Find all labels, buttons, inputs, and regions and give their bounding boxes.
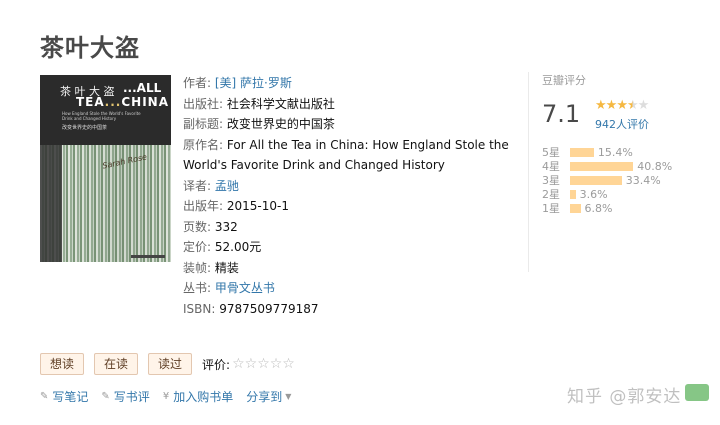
rate-stars-input[interactable]: ☆☆☆☆☆ <box>232 356 295 372</box>
chevron-down-icon: ▼ <box>285 392 292 401</box>
rating-bar-row: 1星 6.8% <box>542 201 672 216</box>
star-full-icon: ★ <box>616 98 628 113</box>
info-row: 页数: 332 <box>183 217 513 238</box>
info-row: 译者: 孟驰 <box>183 176 513 197</box>
rating-breakdown: 5星 15.4% 4星 40.8% 3星 33.4% 2星 3.6% 1星 6.8% <box>542 145 673 216</box>
share-dropdown[interactable]: 分享到 ▼ <box>246 388 291 405</box>
info-value: 2015-10-1 <box>226 199 289 213</box>
star-full-icon: ★ <box>595 98 607 113</box>
star-empty-icon: ★ <box>637 98 650 113</box>
info-row: 出版年: 2015-10-1 <box>183 196 513 217</box>
rating-bar-percent: 33.4% <box>625 173 661 187</box>
info-value: 9787509779187 <box>219 301 319 316</box>
info-label: 丛书: <box>183 281 215 295</box>
share-label: 分享到 <box>246 390 283 404</box>
cover-en-line2: TEA...CHINA <box>76 95 170 109</box>
rating-bar <box>570 161 634 171</box>
rating-bar <box>570 203 581 213</box>
reading-button[interactable]: 在读 <box>94 353 139 375</box>
pencil-icon: ✎ <box>101 391 110 402</box>
cover-publisher-mark <box>131 255 165 258</box>
cover-en-line1: ...ALL <box>123 81 162 95</box>
info-label: 出版年: <box>183 199 227 213</box>
info-row: 装帧: 精装 <box>183 258 513 279</box>
info-label: 出版社: <box>183 96 227 111</box>
info-row: 副标题: 改变世界史的中国茶 <box>183 114 513 135</box>
have-read-button[interactable]: 读过 <box>148 353 193 375</box>
watermark-text: 知乎 @郭安达 <box>567 387 682 407</box>
add-cart-label: 加入购书单 <box>173 390 234 404</box>
write-note-label: 写笔记 <box>52 390 89 404</box>
rating-stars: ★★★★★ <box>595 98 650 113</box>
info-label: 页数: <box>183 219 215 234</box>
info-value: 52.00元 <box>214 240 262 254</box>
write-review-label: 写书评 <box>113 390 150 404</box>
book-info: 作者: [美] 萨拉·罗斯 出版社: 社会科学文献出版社 副标题: 改变世界史的中国… <box>183 73 513 319</box>
write-note-link[interactable]: ✎ 写笔记 <box>40 388 88 405</box>
add-cart-link[interactable]: ¥ 加入购书单 <box>163 388 233 405</box>
info-row: 原作名: For All the Tea in China: How Engla… <box>183 135 513 156</box>
info-label: 副标题: <box>183 117 227 131</box>
info-row: 作者: [美] 萨拉·罗斯 <box>183 73 513 94</box>
info-value-link[interactable]: [美] 萨拉·罗斯 <box>215 76 292 90</box>
info-label: 定价: <box>183 240 215 254</box>
cover-cn-subtitle: 改变世界史的中国茶 <box>62 125 108 131</box>
info-value: 332 <box>214 219 238 234</box>
info-row: 定价: 52.00元 <box>183 237 513 258</box>
cover-left-band <box>40 145 62 262</box>
pencil-icon: ✎ <box>40 391 49 402</box>
rating-bar-row: 5星 15.4% <box>542 145 672 160</box>
info-value-link[interactable]: 甲骨文丛书 <box>215 281 275 295</box>
info-value: World's Favorite Drink and Changed Histo… <box>183 158 445 172</box>
want-to-read-button[interactable]: 想读 <box>40 353 85 375</box>
rating-bar-percent: 3.6% <box>579 187 608 201</box>
info-row: ISBN: 9787509779187 <box>183 299 513 320</box>
link-bar: ✎ 写笔记 ✎ 写书评 ¥ 加入购书单 分享到 ▼ <box>40 388 304 405</box>
info-value: 改变世界史的中国茶 <box>226 117 335 131</box>
rating-count-link[interactable]: 942人评价 <box>595 116 649 132</box>
rating-panel: 豆瓣评分 7.1 ★★★★★ 942人评价 5星 15.4% 4星 40.8% 3星 33… <box>528 72 672 272</box>
cover-en-tea: TEA <box>76 95 105 109</box>
rating-score: 7.1 <box>542 100 581 128</box>
info-label: 译者: <box>183 178 215 193</box>
rating-bar-label: 1星 <box>542 202 560 215</box>
rating-title: 豆瓣评分 <box>542 74 586 87</box>
rating-bar <box>570 175 622 185</box>
star-half-icon: ★ <box>626 98 639 113</box>
write-review-link[interactable]: ✎ 写书评 <box>101 388 149 405</box>
rate-label: 评价: <box>202 357 231 372</box>
book-cover-image[interactable]: 茶 叶 大 盗 ...ALL TEA...CHINA How England S… <box>40 75 171 262</box>
info-label: 装帧: <box>183 260 215 275</box>
info-row: 出版社: 社会科学文献出版社 <box>183 94 513 115</box>
rating-bar-row: 3星 33.4% <box>542 173 672 188</box>
rating-bar <box>570 147 594 157</box>
info-value-link[interactable]: 孟驰 <box>215 179 239 193</box>
page-title: 茶叶大盗 <box>40 34 140 62</box>
info-row: World's Favorite Drink and Changed Histo… <box>183 155 513 176</box>
info-label: ISBN: <box>183 301 220 316</box>
yen-icon: ¥ <box>162 391 170 402</box>
cover-en-subtitle: How England Stole the World's Favorite D… <box>62 111 141 121</box>
rating-bar-percent: 6.8% <box>584 201 613 215</box>
rating-bar-percent: 15.4% <box>597 145 633 159</box>
watermark-badge <box>685 384 709 401</box>
action-bar: 想读 在读 读过 评价: ☆☆☆☆☆ <box>40 353 295 375</box>
rating-bar-row: 2星 3.6% <box>542 187 672 202</box>
info-value: 社会科学文献出版社 <box>226 96 335 111</box>
info-label: 作者: <box>183 76 215 90</box>
rating-bar-percent: 40.8% <box>637 159 673 173</box>
info-value: For All the Tea in China: How England St… <box>226 137 509 152</box>
info-row: 丛书: 甲骨文丛书 <box>183 278 513 299</box>
info-label: 原作名: <box>183 137 227 152</box>
cover-en-china: CHINA <box>121 95 170 109</box>
info-value: 精装 <box>214 260 239 275</box>
rating-bar <box>570 189 576 199</box>
star-full-icon: ★ <box>605 98 618 113</box>
rating-bar-row: 4星 40.8% <box>542 159 673 174</box>
